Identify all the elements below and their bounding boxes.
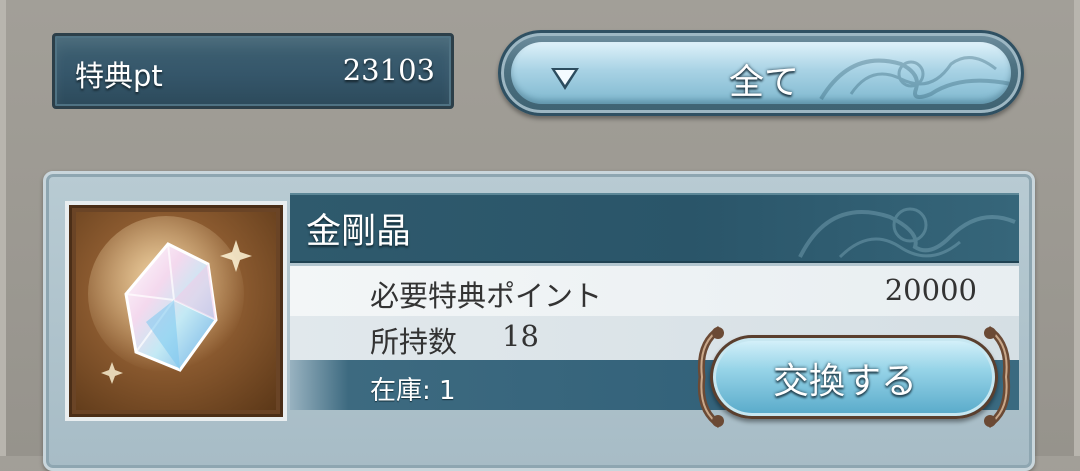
name-bar-ornament-icon: [798, 207, 1016, 259]
owned-count-label: 所持数: [370, 325, 458, 359]
left-edge: [0, 0, 6, 456]
points-value: 23103: [342, 53, 435, 87]
filter-ornament-icon: [819, 56, 1011, 101]
item-icon-background: [76, 212, 276, 410]
exchange-button[interactable]: 交換する: [692, 323, 1016, 431]
dropdown-arrow-highlight: [555, 70, 575, 85]
filter-dropdown[interactable]: 全て: [498, 30, 1024, 116]
required-points-label: 必要特典ポイント: [370, 279, 603, 313]
item-name-bar: 金剛晶: [290, 193, 1019, 263]
required-points-row: 必要特典ポイント 20000: [290, 266, 1019, 316]
filter-selected-label: 全て: [729, 63, 800, 103]
points-label: 特典pt: [75, 59, 163, 93]
required-points-value: 20000: [884, 273, 977, 307]
points-box: 特典pt 23103: [52, 33, 454, 109]
owned-count-value: 18: [502, 319, 539, 353]
right-edge: [1074, 0, 1080, 456]
button-right-cap-icon: [984, 326, 1011, 428]
stock-text: 在庫: 1: [370, 376, 456, 406]
exchange-button-label: 交換する: [773, 361, 918, 402]
crystal-icon: [88, 216, 252, 384]
filter-dropdown-face[interactable]: 全て: [511, 42, 1011, 104]
item-icon-frame: [65, 201, 287, 421]
exchange-button-face[interactable]: 交換する: [710, 335, 998, 419]
item-name: 金剛晶: [306, 212, 412, 252]
